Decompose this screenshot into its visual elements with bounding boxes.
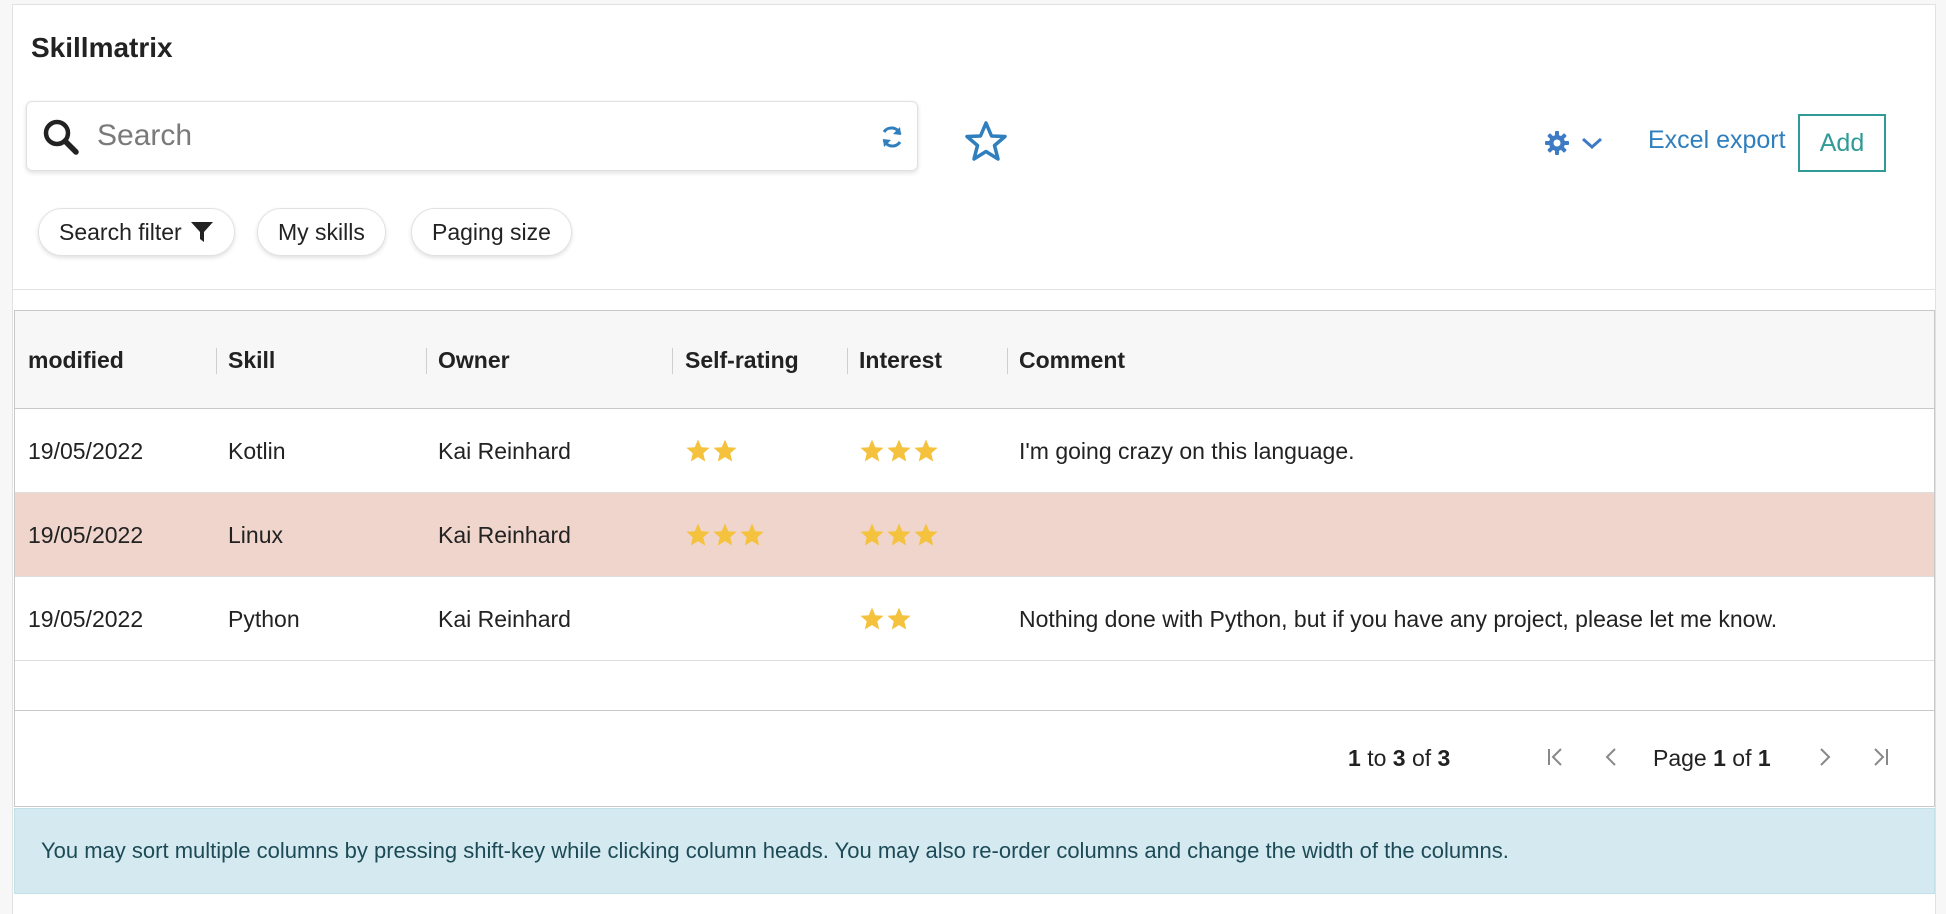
star-icon [686,439,710,462]
column-header-interest[interactable]: Interest [859,311,942,409]
search-input[interactable] [97,112,817,160]
column-resize-handle[interactable] [216,348,217,374]
skill-table: modified Skill Owner Self-rating Interes… [14,310,1935,807]
table-row[interactable]: 19/05/2022 Kotlin Kai Reinhard I'm going cr… [15,409,1934,493]
column-header-comment[interactable]: Comment [1019,311,1125,409]
favorite-star-icon[interactable] [964,120,1008,164]
previous-page-icon[interactable] [1598,743,1626,771]
last-page-icon[interactable] [1866,743,1894,771]
info-message: You may sort multiple columns by pressin… [14,808,1935,894]
star-rating [685,522,765,548]
star-icon [740,523,764,546]
column-header-self-rating[interactable]: Self-rating [685,311,799,409]
star-icon [713,439,737,462]
search-filter-button[interactable]: Search filter [38,208,235,256]
star-icon [713,523,737,546]
next-page-icon[interactable] [1810,743,1838,771]
cell-skill: Kotlin [228,437,286,464]
cell-modified: 19/05/2022 [28,437,144,464]
star-icon [887,607,911,630]
star-icon [887,439,911,462]
star-rating [859,438,939,464]
column-resize-handle[interactable] [1007,348,1008,374]
chevron-down-icon [1582,137,1602,150]
star-icon [914,439,938,462]
star-icon [860,439,884,462]
cell-skill: Python [228,605,300,632]
cell-owner: Kai Reinhard [438,605,571,632]
page-indicator: Page 1 of 1 [1653,745,1771,771]
cell-self-rating [685,493,765,577]
excel-export-link[interactable]: Excel export [1648,126,1786,155]
column-resize-handle[interactable] [672,348,673,374]
refresh-icon[interactable] [878,123,906,151]
cell-skill: Linux [228,521,283,548]
table-empty-area [15,661,1934,711]
filter-icon [190,222,213,242]
add-button[interactable]: Add [1798,114,1886,172]
cell-comment: I'm going crazy on this language. [1019,437,1355,464]
divider [12,289,1936,290]
my-skills-button[interactable]: My skills [257,208,386,256]
column-header-skill[interactable]: Skill [228,311,275,409]
search-icon [43,119,79,155]
search-filter-label: Search filter [59,218,182,245]
my-skills-label: My skills [278,218,365,245]
star-rating [859,606,912,632]
table-header: modified Skill Owner Self-rating Interes… [15,311,1934,409]
first-page-icon[interactable] [1542,743,1570,771]
star-rating [859,522,939,548]
pagination: 1 to 3 of 3 Page 1 of 1 [15,711,1934,806]
cell-owner: Kai Reinhard [438,437,571,464]
row-count-summary: 1 to 3 of 3 [1348,745,1451,771]
column-resize-handle[interactable] [847,348,848,374]
settings-menu[interactable] [1544,126,1604,160]
cell-comment: Nothing done with Python, but if you hav… [1019,605,1778,632]
star-icon [887,523,911,546]
page-title: Skillmatrix [31,32,173,63]
cell-self-rating [685,409,738,493]
star-icon [860,607,884,630]
star-icon [914,523,938,546]
search-box[interactable] [26,101,918,171]
cell-interest [859,493,939,577]
cell-interest [859,577,912,661]
paging-size-label: Paging size [432,218,551,245]
paging-size-button[interactable]: Paging size [411,208,572,256]
star-icon [686,523,710,546]
cell-modified: 19/05/2022 [28,521,144,548]
cell-interest [859,409,939,493]
column-resize-handle[interactable] [426,348,427,374]
cell-owner: Kai Reinhard [438,521,571,548]
star-rating [685,438,738,464]
column-header-owner[interactable]: Owner [438,311,510,409]
table-row[interactable]: 19/05/2022 Linux Kai Reinhard [15,493,1934,577]
star-icon [860,523,884,546]
gear-icon [1545,131,1569,155]
cell-modified: 19/05/2022 [28,605,144,632]
table-row[interactable]: 19/05/2022 Python Kai Reinhard Nothing done… [15,577,1934,661]
column-header-modified[interactable]: modified [28,311,124,409]
